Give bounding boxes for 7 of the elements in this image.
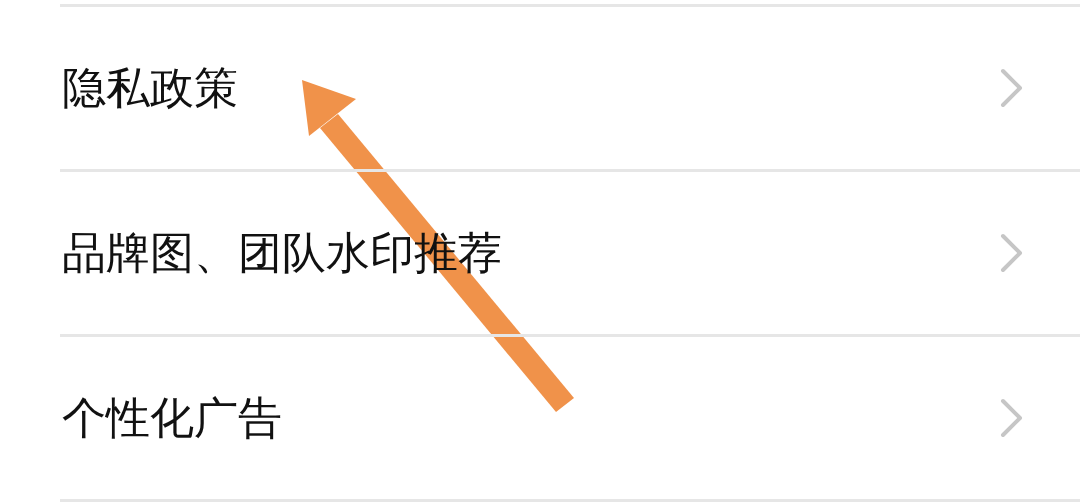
settings-row[interactable]: 隐私政策 [0, 7, 1080, 169]
chevron-right-icon [1000, 398, 1024, 438]
row-label: 个性化广告 [62, 390, 282, 445]
chevron-right-icon [1000, 68, 1024, 108]
settings-row[interactable]: 个性化广告 [0, 337, 1080, 499]
chevron-right-icon [1000, 233, 1024, 273]
row-label: 隐私政策 [62, 60, 238, 115]
